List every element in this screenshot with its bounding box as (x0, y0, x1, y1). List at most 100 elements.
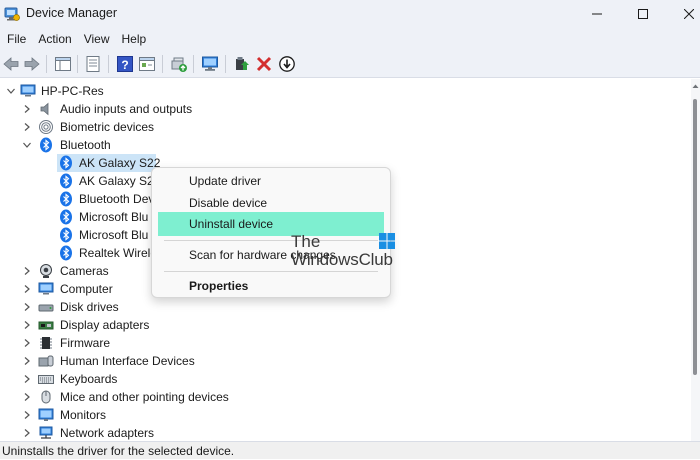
chevron-right-icon[interactable] (22, 284, 32, 294)
maximize-icon (638, 9, 648, 19)
menu-bar: File Action View Help (0, 28, 700, 50)
chevron-right-icon[interactable] (22, 122, 32, 132)
category-bluetooth[interactable]: Bluetooth (0, 136, 690, 154)
category-mice[interactable]: Mice and other pointing devices (0, 388, 690, 406)
category-keyboards[interactable]: Keyboards (0, 370, 690, 388)
forward-icon[interactable] (23, 55, 41, 73)
menu-update-driver[interactable]: Update driver (158, 169, 384, 193)
properties-icon[interactable] (84, 55, 102, 73)
computer-icon (20, 84, 36, 97)
uninstall-icon[interactable] (255, 55, 273, 73)
device-label: AK Galaxy S22 (79, 156, 161, 170)
device-manager-icon (4, 7, 20, 21)
scan-hardware-icon[interactable] (201, 55, 219, 73)
category-label: Biometric devices (60, 120, 155, 134)
category-monitors[interactable]: Monitors (0, 406, 690, 424)
bluetooth-icon (60, 245, 72, 261)
chevron-right-icon[interactable] (22, 374, 32, 384)
chevron-right-icon[interactable] (22, 410, 32, 420)
minimize-button[interactable] (574, 0, 620, 28)
device-label: Realtek Wirele (79, 246, 158, 260)
chevron-right-icon[interactable] (22, 428, 32, 438)
bluetooth-icon (40, 137, 52, 153)
view-icon[interactable] (138, 55, 156, 73)
device-label: AK Galaxy S22 (79, 174, 161, 188)
bluetooth-icon (60, 191, 72, 207)
category-biometric[interactable]: Biometric devices (0, 118, 690, 136)
help-icon[interactable]: ? (116, 55, 134, 73)
add-legacy-icon[interactable] (233, 55, 251, 73)
bluetooth-icon (60, 209, 72, 225)
category-audio[interactable]: Audio inputs and outputs (0, 100, 690, 118)
vertical-scrollbar[interactable] (691, 79, 700, 441)
back-icon[interactable] (2, 55, 20, 73)
chevron-right-icon[interactable] (22, 302, 32, 312)
category-firmware[interactable]: Firmware (0, 334, 690, 352)
category-display-adapters[interactable]: Display adapters (0, 316, 690, 334)
minimize-icon (592, 13, 602, 15)
category-label: Audio inputs and outputs (60, 102, 193, 116)
menu-view[interactable]: View (78, 28, 116, 50)
scroll-up-icon[interactable] (692, 83, 699, 90)
chevron-down-icon[interactable] (6, 86, 16, 96)
speaker-icon (40, 102, 49, 116)
watermark: The WindowsClub (289, 232, 401, 272)
chevron-right-icon[interactable] (22, 266, 32, 276)
category-network-adapters[interactable]: Network adapters (0, 424, 690, 441)
device-label: Microsoft Blu (79, 228, 149, 242)
category-label: Firmware (60, 336, 110, 350)
category-label: Mice and other pointing devices (60, 390, 229, 404)
bluetooth-icon (60, 173, 72, 189)
window-title: Device Manager (26, 6, 118, 20)
firmware-icon (40, 337, 52, 349)
bluetooth-icon (60, 155, 72, 171)
disable-device-icon[interactable] (278, 55, 296, 73)
category-label: Monitors (60, 408, 107, 422)
keyboard-icon (38, 375, 54, 384)
close-button[interactable] (666, 0, 700, 28)
category-label: Network adapters (60, 426, 155, 440)
chevron-right-icon[interactable] (22, 338, 32, 348)
display-adapter-icon (38, 321, 54, 330)
category-label: Bluetooth (60, 138, 111, 152)
menu-properties[interactable]: Properties (158, 274, 384, 298)
show-hide-tree-icon[interactable] (54, 55, 72, 73)
status-bar: Uninstalls the driver for the selected d… (0, 441, 700, 459)
tree-root[interactable]: HP-PC-Res (0, 82, 690, 100)
device-label: Microsoft Blu (79, 210, 149, 224)
hid-icon (38, 355, 54, 367)
network-adapter-icon (39, 426, 53, 439)
device-label: Bluetooth Dev (79, 192, 155, 206)
fingerprint-icon (39, 120, 53, 134)
disk-drive-icon (38, 304, 54, 312)
category-label: Disk drives (60, 300, 119, 314)
mouse-icon (41, 390, 51, 404)
computer-icon (38, 282, 54, 295)
title-bar: Device Manager (0, 0, 700, 28)
category-label: Cameras (60, 264, 109, 278)
tree-root-label: HP-PC-Res (41, 84, 104, 98)
menu-help[interactable]: Help (116, 28, 153, 50)
bluetooth-icon (60, 227, 72, 243)
menu-file[interactable]: File (1, 28, 32, 50)
category-label: Computer (60, 282, 113, 296)
close-icon (684, 9, 694, 19)
category-label: Human Interface Devices (60, 354, 195, 368)
chevron-down-icon[interactable] (22, 140, 32, 150)
category-disk-drives[interactable]: Disk drives (0, 298, 690, 316)
watermark-line1: The (291, 232, 321, 251)
toolbar: ? (0, 50, 700, 78)
chevron-right-icon[interactable] (22, 392, 32, 402)
category-label: Keyboards (60, 372, 118, 386)
menu-action[interactable]: Action (32, 28, 77, 50)
watermark-line2: WindowsClub (291, 250, 393, 269)
svg-text:?: ? (121, 58, 128, 72)
update-driver-icon[interactable] (170, 55, 188, 73)
camera-icon (40, 264, 52, 278)
chevron-right-icon[interactable] (22, 356, 32, 366)
chevron-right-icon[interactable] (22, 320, 32, 330)
scrollbar-thumb[interactable] (693, 99, 697, 375)
chevron-right-icon[interactable] (22, 104, 32, 114)
maximize-button[interactable] (620, 0, 666, 28)
category-hid[interactable]: Human Interface Devices (0, 352, 690, 370)
